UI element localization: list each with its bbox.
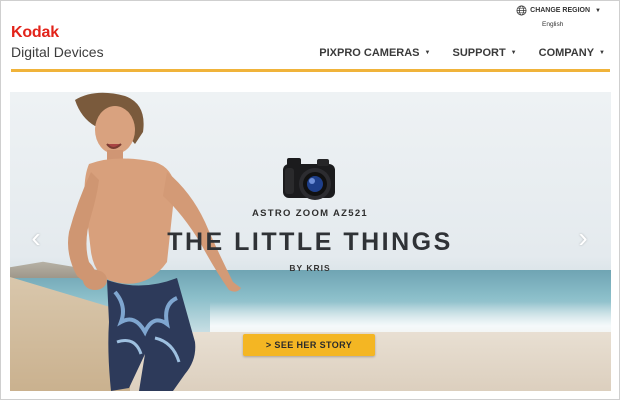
main-nav: PIXPRO CAMERAS ▼ SUPPORT ▼ COMPANY ▼ bbox=[319, 47, 605, 59]
product-name: ASTRO ZOOM AZ521 bbox=[252, 208, 368, 219]
hero-headline: THE LITTLE THINGS bbox=[167, 228, 453, 256]
change-region-label: CHANGE REGION bbox=[530, 7, 591, 14]
hero-byline: BY KRIS bbox=[289, 263, 331, 273]
header-divider bbox=[11, 69, 610, 72]
globe-icon bbox=[516, 5, 527, 16]
camera-product-image bbox=[283, 158, 335, 200]
nav-item-pixpro-cameras[interactable]: PIXPRO CAMERAS ▼ bbox=[319, 47, 430, 59]
nav-item-label: SUPPORT bbox=[452, 47, 506, 59]
chevron-down-icon: ▼ bbox=[599, 50, 605, 56]
chevron-down-icon: ▼ bbox=[424, 50, 431, 56]
nav-item-label: PIXPRO CAMERAS bbox=[319, 47, 420, 59]
nav-item-label: COMPANY bbox=[538, 47, 595, 59]
language-label[interactable]: English bbox=[542, 21, 563, 28]
chevron-left-icon[interactable]: ‹ bbox=[27, 224, 45, 252]
chevron-down-icon: ▼ bbox=[510, 50, 517, 56]
brand-name[interactable]: Kodak bbox=[11, 24, 59, 42]
hero-banner: ‹ › ASTRO ZOOM AZ521 THE LITTLE THINGS B… bbox=[10, 92, 611, 391]
nav-item-support[interactable]: SUPPORT ▼ bbox=[452, 47, 516, 59]
chevron-down-icon: ▼ bbox=[595, 7, 601, 14]
brand-subtitle[interactable]: Digital Devices bbox=[11, 44, 104, 60]
nav-item-company[interactable]: COMPANY ▼ bbox=[539, 47, 605, 59]
chevron-right-icon[interactable]: › bbox=[574, 224, 592, 252]
change-region-button[interactable]: CHANGE REGION ▼ bbox=[516, 5, 601, 16]
see-her-story-button[interactable]: > SEE HER STORY bbox=[243, 334, 375, 356]
